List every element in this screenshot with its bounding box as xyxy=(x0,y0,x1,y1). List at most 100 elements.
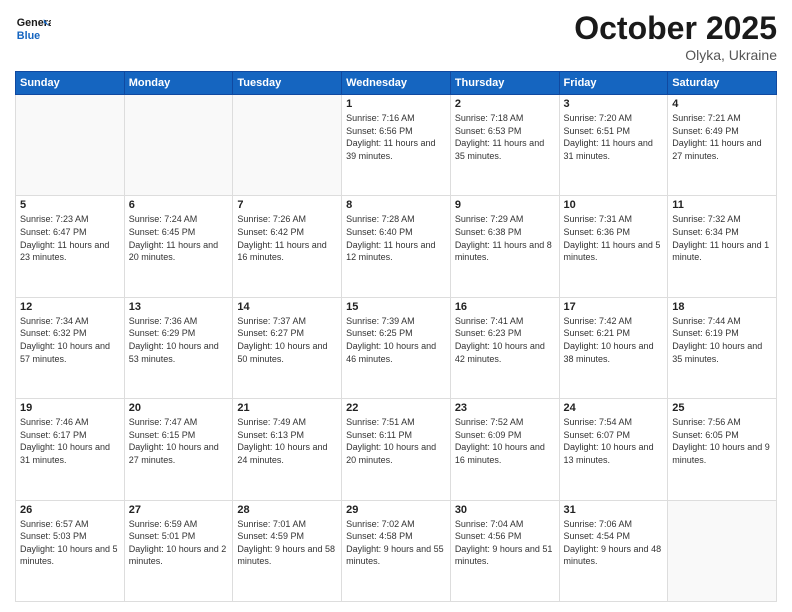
table-row: 5 Sunrise: 7:23 AM Sunset: 6:47 PM Daylig… xyxy=(16,196,125,297)
table-row: 2Sunrise: 7:18 AM Sunset: 6:53 PM Daylig… xyxy=(450,95,559,196)
cell-info: Sunrise: 7:34 AM Sunset: 6:32 PM Dayligh… xyxy=(20,315,120,365)
day-number: 29 xyxy=(346,504,446,516)
table-row xyxy=(233,95,342,196)
col-saturday: Saturday xyxy=(668,72,777,95)
table-row: 13 Sunrise: 7:36 AM Sunset: 6:29 PM Dayli… xyxy=(124,297,233,398)
table-row: 27 Sunrise: 6:59 AM Sunset: 5:01 PM Dayli… xyxy=(124,500,233,601)
calendar-header-row: Sunday Monday Tuesday Wednesday Thursday… xyxy=(16,72,777,95)
day-number: 24 xyxy=(564,402,664,414)
table-row: 22 Sunrise: 7:51 AM Sunset: 6:11 PM Dayli… xyxy=(342,399,451,500)
day-number: 30 xyxy=(455,504,555,516)
day-number: 31 xyxy=(564,504,664,516)
cell-info: Sunrise: 7:26 AM Sunset: 6:42 PM Dayligh… xyxy=(237,213,337,263)
cell-info: Sunrise: 7:06 AM Sunset: 4:54 PM Dayligh… xyxy=(564,518,664,568)
cell-info: Sunrise: 7:56 AM Sunset: 6:05 PM Dayligh… xyxy=(672,416,772,466)
calendar-week-row: 26Sunrise: 6:57 AM Sunset: 5:03 PM Dayli… xyxy=(16,500,777,601)
table-row: 30Sunrise: 7:04 AM Sunset: 4:56 PM Dayli… xyxy=(450,500,559,601)
table-row: 1 Sunrise: 7:16 AM Sunset: 6:56 PM Daylig… xyxy=(342,95,451,196)
cell-info: Sunrise: 7:16 AM Sunset: 6:56 PM Dayligh… xyxy=(346,112,446,162)
table-row: 15 Sunrise: 7:39 AM Sunset: 6:25 PM Dayli… xyxy=(342,297,451,398)
page: General Blue October 2025 Olyka, Ukraine… xyxy=(0,0,792,612)
col-thursday: Thursday xyxy=(450,72,559,95)
cell-info: Sunrise: 6:59 AM Sunset: 5:01 PM Dayligh… xyxy=(129,518,229,568)
day-number: 1 xyxy=(346,98,446,110)
col-friday: Friday xyxy=(559,72,668,95)
svg-text:Blue: Blue xyxy=(17,30,40,42)
cell-info: Sunrise: 7:24 AM Sunset: 6:45 PM Dayligh… xyxy=(129,213,229,263)
table-row: 12Sunrise: 7:34 AM Sunset: 6:32 PM Dayli… xyxy=(16,297,125,398)
col-sunday: Sunday xyxy=(16,72,125,95)
cell-info: Sunrise: 7:02 AM Sunset: 4:58 PM Dayligh… xyxy=(346,518,446,568)
table-row: 28Sunrise: 7:01 AM Sunset: 4:59 PM Dayli… xyxy=(233,500,342,601)
table-row: 16 Sunrise: 7:41 AM Sunset: 6:23 PM Dayli… xyxy=(450,297,559,398)
day-number: 11 xyxy=(672,199,772,211)
table-row: 19 Sunrise: 7:46 AM Sunset: 6:17 PM Dayli… xyxy=(16,399,125,500)
day-number: 3 xyxy=(564,98,664,110)
col-monday: Monday xyxy=(124,72,233,95)
day-number: 28 xyxy=(237,504,337,516)
cell-info: Sunrise: 7:51 AM Sunset: 6:11 PM Dayligh… xyxy=(346,416,446,466)
cell-info: Sunrise: 7:42 AM Sunset: 6:21 PM Dayligh… xyxy=(564,315,664,365)
day-number: 27 xyxy=(129,504,229,516)
cell-info: Sunrise: 7:47 AM Sunset: 6:15 PM Dayligh… xyxy=(129,416,229,466)
calendar-table: Sunday Monday Tuesday Wednesday Thursday… xyxy=(15,71,777,602)
day-number: 10 xyxy=(564,199,664,211)
day-number: 5 xyxy=(20,199,120,211)
day-number: 17 xyxy=(564,301,664,313)
day-number: 7 xyxy=(237,199,337,211)
day-number: 4 xyxy=(672,98,772,110)
table-row: 18Sunrise: 7:44 AM Sunset: 6:19 PM Dayli… xyxy=(668,297,777,398)
header: General Blue October 2025 Olyka, Ukraine xyxy=(15,10,777,63)
table-row: 17 Sunrise: 7:42 AM Sunset: 6:21 PM Dayli… xyxy=(559,297,668,398)
col-tuesday: Tuesday xyxy=(233,72,342,95)
cell-info: Sunrise: 7:36 AM Sunset: 6:29 PM Dayligh… xyxy=(129,315,229,365)
day-number: 22 xyxy=(346,402,446,414)
table-row: 20 Sunrise: 7:47 AM Sunset: 6:15 PM Dayli… xyxy=(124,399,233,500)
cell-info: Sunrise: 7:41 AM Sunset: 6:23 PM Dayligh… xyxy=(455,315,555,365)
table-row xyxy=(16,95,125,196)
table-row: 3 Sunrise: 7:20 AM Sunset: 6:51 PM Daylig… xyxy=(559,95,668,196)
table-row: 25 Sunrise: 7:56 AM Sunset: 6:05 PM Dayli… xyxy=(668,399,777,500)
cell-info: Sunrise: 7:23 AM Sunset: 6:47 PM Dayligh… xyxy=(20,213,120,263)
cell-info: Sunrise: 7:49 AM Sunset: 6:13 PM Dayligh… xyxy=(237,416,337,466)
calendar-week-row: 5 Sunrise: 7:23 AM Sunset: 6:47 PM Daylig… xyxy=(16,196,777,297)
day-number: 14 xyxy=(237,301,337,313)
table-row xyxy=(124,95,233,196)
day-number: 9 xyxy=(455,199,555,211)
table-row: 31 Sunrise: 7:06 AM Sunset: 4:54 PM Dayli… xyxy=(559,500,668,601)
calendar-body: 1 Sunrise: 7:16 AM Sunset: 6:56 PM Daylig… xyxy=(16,95,777,602)
cell-info: Sunrise: 7:52 AM Sunset: 6:09 PM Dayligh… xyxy=(455,416,555,466)
cell-info: Sunrise: 7:54 AM Sunset: 6:07 PM Dayligh… xyxy=(564,416,664,466)
day-number: 15 xyxy=(346,301,446,313)
table-row: 7 Sunrise: 7:26 AM Sunset: 6:42 PM Daylig… xyxy=(233,196,342,297)
day-number: 18 xyxy=(672,301,772,313)
cell-info: Sunrise: 7:39 AM Sunset: 6:25 PM Dayligh… xyxy=(346,315,446,365)
logo: General Blue xyxy=(15,10,51,46)
day-number: 23 xyxy=(455,402,555,414)
day-number: 21 xyxy=(237,402,337,414)
cell-info: Sunrise: 7:20 AM Sunset: 6:51 PM Dayligh… xyxy=(564,112,664,162)
location: Olyka, Ukraine xyxy=(574,47,777,63)
day-number: 13 xyxy=(129,301,229,313)
cell-info: Sunrise: 7:28 AM Sunset: 6:40 PM Dayligh… xyxy=(346,213,446,263)
day-number: 2 xyxy=(455,98,555,110)
day-number: 25 xyxy=(672,402,772,414)
table-row: 14Sunrise: 7:37 AM Sunset: 6:27 PM Dayli… xyxy=(233,297,342,398)
table-row: 11 Sunrise: 7:32 AM Sunset: 6:34 PM Dayli… xyxy=(668,196,777,297)
cell-info: Sunrise: 7:46 AM Sunset: 6:17 PM Dayligh… xyxy=(20,416,120,466)
day-number: 26 xyxy=(20,504,120,516)
cell-info: Sunrise: 7:31 AM Sunset: 6:36 PM Dayligh… xyxy=(564,213,664,263)
table-row: 21 Sunrise: 7:49 AM Sunset: 6:13 PM Dayli… xyxy=(233,399,342,500)
day-number: 19 xyxy=(20,402,120,414)
table-row xyxy=(668,500,777,601)
table-row: 29 Sunrise: 7:02 AM Sunset: 4:58 PM Dayli… xyxy=(342,500,451,601)
cell-info: Sunrise: 7:32 AM Sunset: 6:34 PM Dayligh… xyxy=(672,213,772,263)
day-number: 20 xyxy=(129,402,229,414)
table-row: 26Sunrise: 6:57 AM Sunset: 5:03 PM Dayli… xyxy=(16,500,125,601)
cell-info: Sunrise: 7:29 AM Sunset: 6:38 PM Dayligh… xyxy=(455,213,555,263)
day-number: 16 xyxy=(455,301,555,313)
month-title: October 2025 xyxy=(574,10,777,47)
title-block: October 2025 Olyka, Ukraine xyxy=(574,10,777,63)
day-number: 8 xyxy=(346,199,446,211)
table-row: 9 Sunrise: 7:29 AM Sunset: 6:38 PM Daylig… xyxy=(450,196,559,297)
